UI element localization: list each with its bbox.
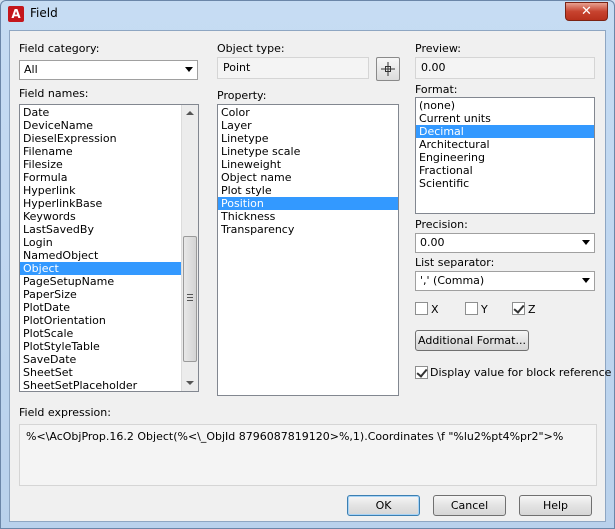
field-name-item[interactable]: SheetSet — [20, 366, 198, 379]
autocad-app-icon: A — [8, 6, 24, 22]
scroll-up-icon[interactable] — [186, 111, 194, 115]
scroll-down-icon[interactable] — [186, 381, 194, 385]
property-item[interactable]: Transparency — [218, 223, 398, 236]
property-item[interactable]: Layer — [218, 119, 398, 132]
field-name-item[interactable]: Login — [20, 236, 198, 249]
chevron-down-icon — [185, 67, 193, 72]
preview-label: Preview: — [415, 42, 461, 55]
field-name-item[interactable]: SheetSetPlaceholder — [20, 379, 198, 391]
field-name-item[interactable]: PlotOrientation — [20, 314, 198, 327]
field-category-value: All — [24, 63, 38, 76]
field-name-item[interactable]: Object — [20, 262, 198, 275]
field-name-item[interactable]: Date — [20, 106, 198, 119]
cancel-button[interactable]: Cancel — [433, 495, 506, 516]
object-type-label: Object type: — [217, 42, 285, 55]
crosshair-pick-icon — [381, 62, 395, 76]
grip-line-icon — [187, 294, 193, 295]
scroll-thumb[interactable] — [183, 236, 197, 362]
block-reference-label: Display value for block reference — [430, 366, 612, 379]
field-name-item[interactable]: SaveDate — [20, 353, 198, 366]
field-name-item[interactable]: HyperlinkBase — [20, 197, 198, 210]
field-name-item[interactable]: PlotDate — [20, 301, 198, 314]
field-name-item[interactable]: LastSavedBy — [20, 223, 198, 236]
precision-value: 0.00 — [420, 236, 445, 249]
property-item[interactable]: Color — [218, 106, 398, 119]
format-item[interactable]: Engineering — [416, 151, 594, 164]
ok-button[interactable]: OK — [347, 495, 420, 516]
x-checkbox[interactable] — [415, 302, 428, 315]
dialog-body: Field category: All Field names: Date Dev… — [9, 30, 611, 522]
property-item[interactable]: Lineweight — [218, 158, 398, 171]
close-button[interactable]: ✕ — [565, 2, 608, 21]
x-checkbox-label: X — [431, 303, 439, 316]
format-item[interactable]: Architectural — [416, 138, 594, 151]
z-checkbox[interactable] — [512, 302, 525, 315]
field-names-items: Date DeviceName DieselExpression Filename Fi… — [20, 105, 198, 391]
field-expression-field[interactable]: %<\AcObjProp.16.2 Object(%<\_ObjId 87960… — [19, 424, 597, 486]
list-separator-label: List separator: — [415, 256, 495, 269]
format-items: (none) Current units Decimal Architectural E… — [416, 98, 594, 190]
y-checkbox-label: Y — [481, 303, 488, 316]
help-button[interactable]: Help — [519, 495, 592, 516]
field-name-item[interactable]: Keywords — [20, 210, 198, 223]
field-category-label: Field category: — [19, 42, 100, 55]
format-list[interactable]: (none) Current units Decimal Architectural E… — [415, 97, 595, 214]
field-names-scrollbar[interactable] — [181, 105, 198, 391]
object-type-field: Point — [217, 57, 369, 79]
field-name-item[interactable]: Formula — [20, 171, 198, 184]
format-item[interactable]: Scientific — [416, 177, 594, 190]
field-name-item[interactable]: Filesize — [20, 158, 198, 171]
format-item[interactable]: Current units — [416, 112, 594, 125]
list-separator-value: ',' (Comma) — [420, 274, 485, 287]
property-item[interactable]: Object name — [218, 171, 398, 184]
precision-label: Precision: — [415, 218, 468, 231]
format-item[interactable]: (none) — [416, 99, 594, 112]
property-label: Property: — [217, 89, 267, 102]
field-name-item[interactable]: Hyperlink — [20, 184, 198, 197]
chevron-down-icon — [582, 278, 590, 283]
format-item[interactable]: Decimal — [416, 125, 594, 138]
grip-line-icon — [187, 300, 193, 301]
z-checkbox-label: Z — [528, 303, 536, 316]
field-name-item[interactable]: PageSetupName — [20, 275, 198, 288]
y-checkbox[interactable] — [465, 302, 478, 315]
window-title: Field — [30, 6, 58, 20]
field-name-item[interactable]: PlotScale — [20, 327, 198, 340]
field-names-list[interactable]: Date DeviceName DieselExpression Filename Fi… — [19, 104, 199, 392]
field-name-item[interactable]: PlotStyleTable — [20, 340, 198, 353]
field-name-item[interactable]: PaperSize — [20, 288, 198, 301]
property-item[interactable]: Linetype — [218, 132, 398, 145]
property-items: Color Layer Linetype Linetype scale Lineweig… — [218, 105, 398, 236]
property-list[interactable]: Color Layer Linetype Linetype scale Lineweig… — [217, 104, 399, 396]
field-category-dropdown[interactable]: All — [19, 60, 198, 80]
property-item[interactable]: Position — [218, 197, 398, 210]
additional-format-button[interactable]: Additional Format... — [415, 330, 529, 351]
property-item[interactable]: Plot style — [218, 184, 398, 197]
field-expression-label: Field expression: — [19, 406, 111, 419]
list-separator-dropdown[interactable]: ',' (Comma) — [415, 271, 595, 291]
chevron-down-icon — [582, 240, 590, 245]
format-label: Format: — [415, 83, 458, 96]
field-dialog: A Field ✕ Field category: All Field name… — [0, 0, 615, 529]
property-item[interactable]: Linetype scale — [218, 145, 398, 158]
field-name-item[interactable]: Filename — [20, 145, 198, 158]
field-name-item[interactable]: DeviceName — [20, 119, 198, 132]
select-object-button[interactable] — [376, 57, 400, 81]
preview-field: 0.00 — [415, 57, 595, 79]
field-name-item[interactable]: NamedObject — [20, 249, 198, 262]
format-item[interactable]: Fractional — [416, 164, 594, 177]
precision-dropdown[interactable]: 0.00 — [415, 233, 595, 253]
grip-line-icon — [187, 297, 193, 298]
field-name-item[interactable]: DieselExpression — [20, 132, 198, 145]
block-reference-checkbox[interactable] — [415, 366, 428, 379]
property-item[interactable]: Thickness — [218, 210, 398, 223]
field-names-label: Field names: — [19, 87, 89, 100]
title-bar[interactable]: A Field ✕ — [1, 1, 614, 29]
